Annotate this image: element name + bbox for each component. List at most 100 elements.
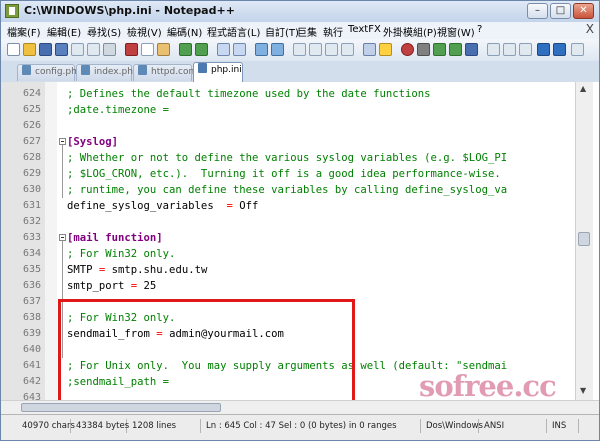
word-wrap-icon[interactable] — [309, 43, 322, 56]
move-down-icon[interactable] — [553, 43, 566, 56]
plugin-icon[interactable] — [503, 43, 516, 56]
language-icon[interactable] — [363, 43, 376, 56]
code-text: ; $LOG_CRON, etc.). Turning it off is a … — [67, 168, 501, 180]
menu-textfx[interactable]: TextFX — [348, 24, 381, 35]
find-icon[interactable] — [217, 43, 230, 56]
maximize-button[interactable]: □ — [550, 3, 571, 19]
status-encoding: ANSI — [481, 419, 547, 433]
close-button[interactable]: ✕ — [573, 3, 594, 19]
title-bar[interactable]: C:\WINDOWS\php.ini - Notepad++ – □ ✕ — [1, 1, 599, 22]
menu-run[interactable]: 執行 — [323, 24, 343, 39]
plugin-icon[interactable] — [519, 43, 532, 56]
show-all-chars-icon[interactable] — [325, 43, 338, 56]
tab-label: index.php — [94, 67, 139, 77]
scrollbar-thumb[interactable] — [578, 232, 590, 246]
line-number: 624 — [22, 88, 41, 99]
menu-file[interactable]: 檔案(F) — [7, 24, 41, 39]
status-mode: INS — [549, 419, 579, 433]
close-file-icon[interactable] — [71, 43, 84, 56]
code-line[interactable]: 624 ; Defines the default timezone used b… — [1, 86, 561, 102]
code-line[interactable]: 627 [Syslog] — [1, 134, 561, 150]
tab-label: httpd.conf — [151, 67, 198, 77]
print-icon[interactable] — [103, 43, 116, 56]
zoom-out-icon[interactable] — [271, 43, 284, 56]
menu-encoding[interactable]: 編碼(N) — [167, 24, 202, 39]
indent-guide-icon[interactable] — [341, 43, 354, 56]
copy-icon[interactable] — [141, 43, 154, 56]
code-value: Off — [232, 200, 259, 212]
code-line[interactable]: 628 ; Whether or not to define the variou… — [1, 150, 561, 166]
menu-language[interactable]: 程式語言(L) — [207, 24, 260, 39]
zoom-in-icon[interactable] — [255, 43, 268, 56]
sync-scroll-icon[interactable] — [293, 43, 306, 56]
code-line[interactable]: 631 define_syslog_variables = Off — [1, 198, 561, 214]
status-chars: 40970 chars — [19, 419, 75, 433]
minimize-button[interactable]: – — [527, 3, 548, 19]
line-number: 642 — [22, 376, 41, 387]
line-number: 625 — [22, 104, 41, 115]
cut-icon[interactable] — [125, 43, 138, 56]
save-macro-icon[interactable] — [465, 43, 478, 56]
status-lines: 1208 lines — [129, 419, 201, 433]
tab-httpd-conf[interactable]: httpd.conf — [133, 64, 197, 81]
code-text: ; Whether or not to define the various s… — [67, 152, 508, 164]
run-macro-multiple-icon[interactable] — [449, 43, 462, 56]
code-line[interactable]: 635 SMTP = smtp.shu.edu.tw — [1, 262, 561, 278]
tab-php-ini[interactable]: php.ini — [193, 62, 243, 82]
fold-toggle-icon[interactable] — [59, 234, 66, 241]
play-macro-icon[interactable] — [433, 43, 446, 56]
editor[interactable]: 624 ; Defines the default timezone used b… — [1, 82, 599, 400]
new-file-icon[interactable] — [7, 43, 20, 56]
menu-plugins[interactable]: 外掛模組(P) — [383, 24, 437, 39]
code-key: smtp_port — [67, 280, 125, 292]
paste-icon[interactable] — [157, 43, 170, 56]
code-text: define_syslog_variables = Off — [67, 198, 258, 214]
menu-view[interactable]: 檢視(V) — [127, 24, 162, 39]
code-line[interactable]: 636 smtp_port = 25 — [1, 278, 561, 294]
code-line[interactable]: 632 — [1, 214, 561, 230]
code-line[interactable]: 629 ; $LOG_CRON, etc.). Turning it off is… — [1, 166, 561, 182]
undo-icon[interactable] — [179, 43, 192, 56]
move-up-icon[interactable] — [537, 43, 550, 56]
menu-window[interactable]: 視窗(W) — [437, 24, 475, 39]
line-number: 636 — [22, 280, 41, 291]
save-icon[interactable] — [39, 43, 52, 56]
code-text: SMTP = smtp.shu.edu.tw — [67, 262, 207, 278]
fold-toggle-icon[interactable] — [59, 138, 66, 145]
line-number: 641 — [22, 360, 41, 371]
code-text: [Syslog] — [67, 136, 119, 148]
notepad-window: C:\WINDOWS\php.ini - Notepad++ – □ ✕ 檔案(… — [0, 0, 600, 441]
redo-icon[interactable] — [195, 43, 208, 56]
replace-icon[interactable] — [233, 43, 246, 56]
tab-index-php[interactable]: index.php — [76, 64, 139, 81]
hscrollbar-thumb[interactable] — [21, 403, 221, 412]
stop-macro-icon[interactable] — [417, 43, 430, 56]
code-line[interactable]: 630 ; runtime, you can define these varia… — [1, 182, 561, 198]
toolbar-overflow-icon[interactable] — [571, 43, 584, 56]
open-file-icon[interactable] — [23, 43, 36, 56]
record-macro-icon[interactable] — [401, 43, 414, 56]
code-operator: = — [124, 280, 138, 292]
menu-close-icon[interactable]: X — [586, 22, 594, 36]
highlight-box — [58, 299, 355, 400]
save-all-icon[interactable] — [55, 43, 68, 56]
menu-edit[interactable]: 編輯(E) — [47, 24, 81, 39]
code-text: ; For Win32 only. — [67, 248, 176, 260]
code-line[interactable]: 625 ;date.timezone = — [1, 102, 561, 118]
code-line[interactable]: 626 — [1, 118, 561, 134]
toolbar — [1, 39, 599, 62]
menu-help[interactable]: ? — [477, 24, 482, 35]
style-config-icon[interactable] — [379, 43, 392, 56]
plugin-icon[interactable] — [487, 43, 500, 56]
tab-config-php[interactable]: config.php — [17, 64, 83, 81]
menu-macro[interactable]: 巨集 — [297, 24, 317, 39]
scroll-up-icon[interactable]: ▲ — [580, 84, 586, 93]
menu-settings[interactable]: 自訂(T) — [265, 24, 299, 39]
menu-search[interactable]: 尋找(S) — [87, 24, 121, 39]
code-line[interactable]: 633 [mail function] — [1, 230, 561, 246]
vertical-scrollbar[interactable]: ▲ ▼ — [575, 82, 593, 400]
scroll-down-icon[interactable]: ▼ — [580, 386, 586, 395]
code-line[interactable]: 634 ; For Win32 only. — [1, 246, 561, 262]
line-number: 634 — [22, 248, 41, 259]
close-all-icon[interactable] — [87, 43, 100, 56]
